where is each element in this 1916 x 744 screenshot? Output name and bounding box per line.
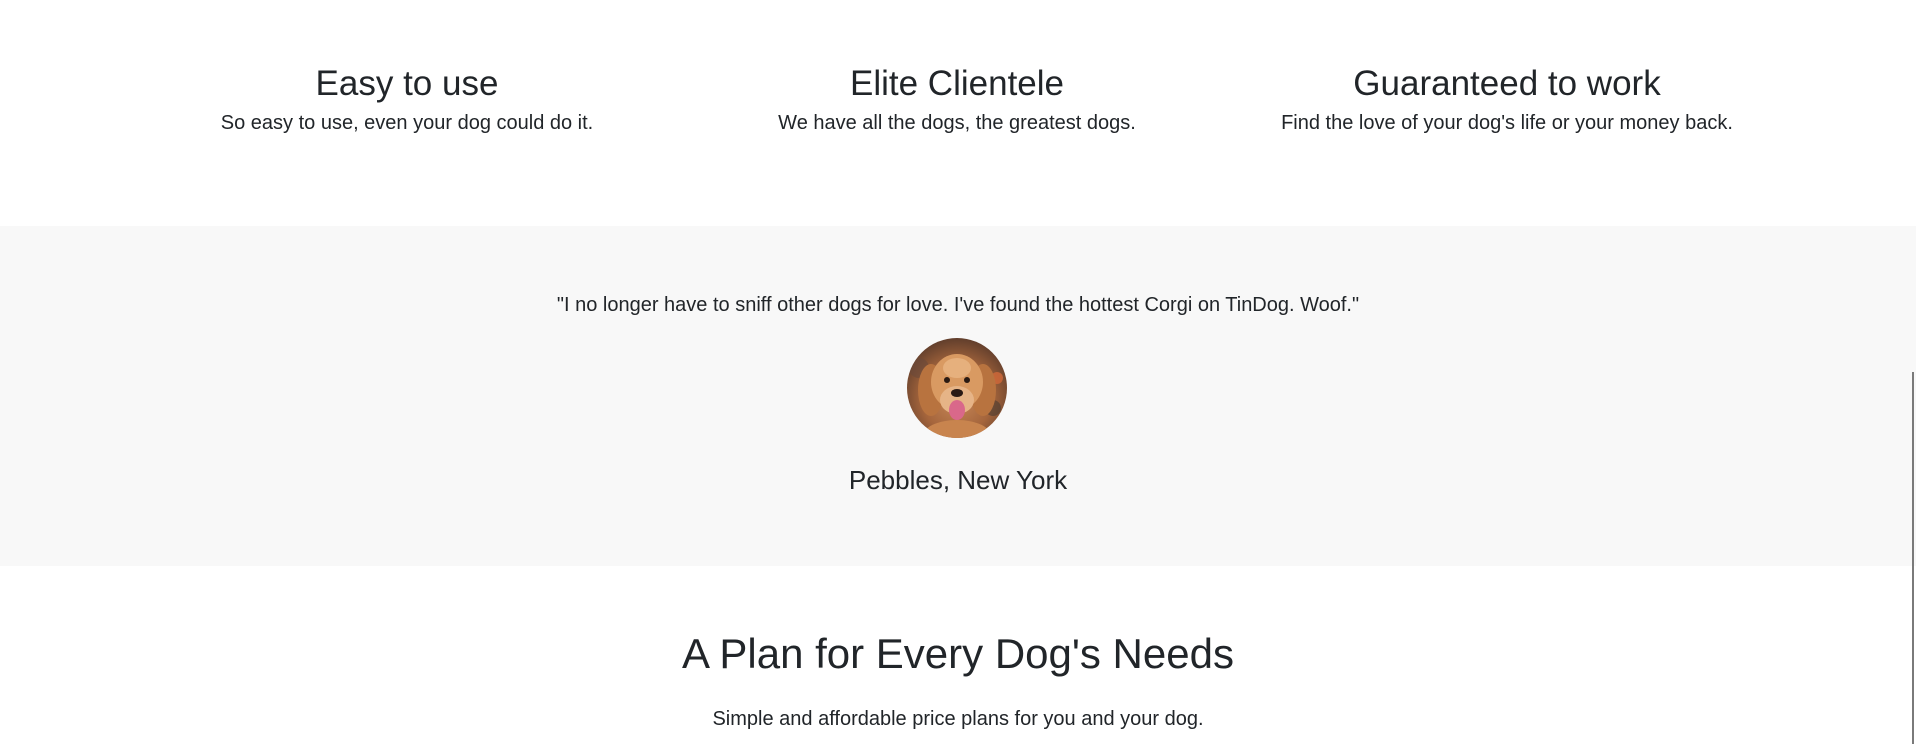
page: Easy to use So easy to use, even your do… <box>0 0 1916 744</box>
features-section: Easy to use So easy to use, even your do… <box>0 0 1916 226</box>
feature-easy-to-use: Easy to use So easy to use, even your do… <box>147 62 667 136</box>
scrollbar-thumb[interactable] <box>1912 372 1914 744</box>
testimonial-section: "I no longer have to sniff other dogs fo… <box>0 226 1916 566</box>
dog-photo-icon <box>907 338 1007 438</box>
pricing-subtitle: Simple and affordable price plans for yo… <box>712 708 1204 730</box>
feature-title: Elite Clientele <box>850 64 1064 103</box>
feature-guaranteed-to-work: Guaranteed to work Find the love of your… <box>1247 62 1767 136</box>
pricing-title: A Plan for Every Dog's Needs <box>682 630 1234 677</box>
feature-description: We have all the dogs, the greatest dogs. <box>778 112 1136 134</box>
testimonial-quote: "I no longer have to sniff other dogs fo… <box>556 294 1360 316</box>
feature-title: Easy to use <box>315 64 499 103</box>
testimonial-author: Pebbles, New York <box>848 465 1068 495</box>
feature-elite-clientele: Elite Clientele We have all the dogs, th… <box>697 62 1217 136</box>
feature-description: Find the love of your dog's life or your… <box>1281 112 1733 134</box>
feature-title: Guaranteed to work <box>1353 64 1661 103</box>
dog-illustration <box>909 354 1003 438</box>
feature-description: So easy to use, even your dog could do i… <box>220 112 594 134</box>
pricing-section: A Plan for Every Dog's Needs Simple and … <box>0 566 1916 744</box>
